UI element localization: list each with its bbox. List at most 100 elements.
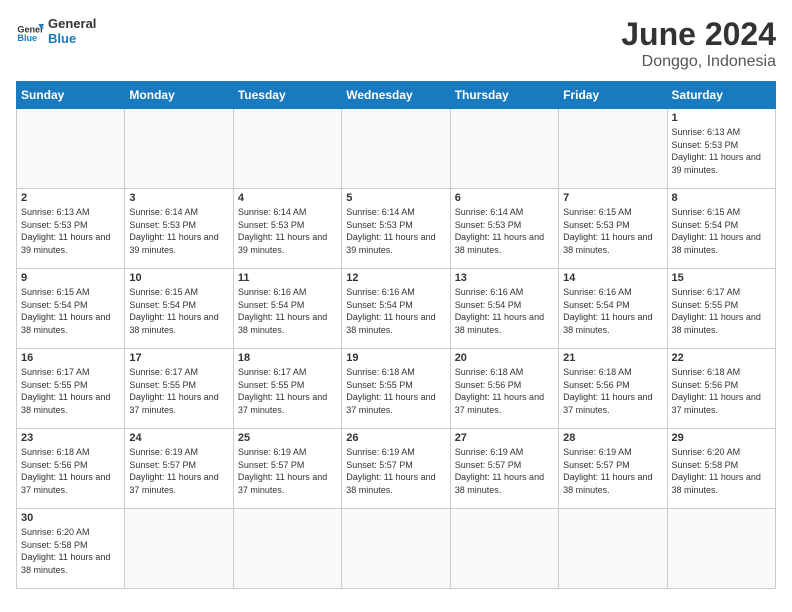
day-info: Sunrise: 6:19 AMSunset: 5:57 PMDaylight:… xyxy=(563,446,662,496)
calendar-day-cell: 11Sunrise: 6:16 AMSunset: 5:54 PMDayligh… xyxy=(233,269,341,349)
calendar-day-cell xyxy=(450,109,558,189)
logo-blue-text: Blue xyxy=(48,31,96,46)
day-info: Sunrise: 6:19 AMSunset: 5:57 PMDaylight:… xyxy=(238,446,337,496)
calendar-day-cell: 22 Sunrise: 6:18 AMSunset: 5:56 PMDayligh… xyxy=(667,349,775,429)
day-info: Sunrise: 6:13 AMSunset: 5:53 PMDaylight:… xyxy=(672,126,771,176)
calendar-day-cell: 5 Sunrise: 6:14 AMSunset: 5:53 PMDaylight… xyxy=(342,189,450,269)
day-info: Sunrise: 6:20 AMSunset: 5:58 PMDaylight:… xyxy=(672,446,771,496)
calendar-day-cell: 16 Sunrise: 6:17 AMSunset: 5:55 PMDayligh… xyxy=(17,349,125,429)
calendar-day-cell: 21 Sunrise: 6:18 AMSunset: 5:56 PMDayligh… xyxy=(559,349,667,429)
calendar-day-cell xyxy=(342,109,450,189)
day-number: 11 xyxy=(238,272,337,284)
calendar-day-cell: 28Sunrise: 6:19 AMSunset: 5:57 PMDayligh… xyxy=(559,429,667,509)
weekday-header-sunday: Sunday xyxy=(17,82,125,109)
day-info: Sunrise: 6:20 AMSunset: 5:58 PMDaylight:… xyxy=(21,526,120,576)
day-number: 17 xyxy=(129,352,228,364)
calendar-day-cell: 24Sunrise: 6:19 AMSunset: 5:57 PMDayligh… xyxy=(125,429,233,509)
day-number: 30 xyxy=(21,512,120,524)
day-number: 15 xyxy=(672,272,771,284)
day-info: Sunrise: 6:15 AMSunset: 5:53 PMDaylight:… xyxy=(563,206,662,256)
calendar-day-cell: 25Sunrise: 6:19 AMSunset: 5:57 PMDayligh… xyxy=(233,429,341,509)
calendar-day-cell: 3 Sunrise: 6:14 AMSunset: 5:53 PMDaylight… xyxy=(125,189,233,269)
day-info: Sunrise: 6:15 AMSunset: 5:54 PMDaylight:… xyxy=(129,286,228,336)
day-number: 23 xyxy=(21,432,120,444)
logo-general-text: General xyxy=(48,16,96,31)
calendar-day-cell xyxy=(125,509,233,589)
day-info: Sunrise: 6:16 AMSunset: 5:54 PMDaylight:… xyxy=(455,286,554,336)
calendar-day-cell: 29 Sunrise: 6:20 AMSunset: 5:58 PMDayligh… xyxy=(667,429,775,509)
calendar-table: SundayMondayTuesdayWednesdayThursdayFrid… xyxy=(16,81,776,589)
weekday-header-monday: Monday xyxy=(125,82,233,109)
day-number: 12 xyxy=(346,272,445,284)
day-number: 13 xyxy=(455,272,554,284)
day-number: 19 xyxy=(346,352,445,364)
calendar-week-row: 30 Sunrise: 6:20 AMSunset: 5:58 PMDayligh… xyxy=(17,509,776,589)
svg-text:Blue: Blue xyxy=(17,33,37,43)
day-info: Sunrise: 6:17 AMSunset: 5:55 PMDaylight:… xyxy=(238,366,337,416)
day-number: 9 xyxy=(21,272,120,284)
calendar-day-cell xyxy=(559,109,667,189)
day-info: Sunrise: 6:18 AMSunset: 5:55 PMDaylight:… xyxy=(346,366,445,416)
day-info: Sunrise: 6:14 AMSunset: 5:53 PMDaylight:… xyxy=(346,206,445,256)
calendar-day-cell: 2 Sunrise: 6:13 AMSunset: 5:53 PMDaylight… xyxy=(17,189,125,269)
day-number: 16 xyxy=(21,352,120,364)
location-subtitle: Donggo, Indonesia xyxy=(621,53,776,71)
calendar-day-cell: 8Sunrise: 6:15 AMSunset: 5:54 PMDaylight… xyxy=(667,189,775,269)
day-info: Sunrise: 6:13 AMSunset: 5:53 PMDaylight:… xyxy=(21,206,120,256)
calendar-day-cell: 9Sunrise: 6:15 AMSunset: 5:54 PMDaylight… xyxy=(17,269,125,349)
day-info: Sunrise: 6:19 AMSunset: 5:57 PMDaylight:… xyxy=(346,446,445,496)
day-number: 22 xyxy=(672,352,771,364)
day-number: 27 xyxy=(455,432,554,444)
day-number: 4 xyxy=(238,192,337,204)
calendar-day-cell: 4Sunrise: 6:14 AMSunset: 5:53 PMDaylight… xyxy=(233,189,341,269)
weekday-header-row: SundayMondayTuesdayWednesdayThursdayFrid… xyxy=(17,82,776,109)
calendar-day-cell: 20 Sunrise: 6:18 AMSunset: 5:56 PMDayligh… xyxy=(450,349,558,429)
weekday-header-wednesday: Wednesday xyxy=(342,82,450,109)
day-info: Sunrise: 6:18 AMSunset: 5:56 PMDaylight:… xyxy=(672,366,771,416)
day-info: Sunrise: 6:17 AMSunset: 5:55 PMDaylight:… xyxy=(672,286,771,336)
calendar-week-row: 23Sunrise: 6:18 AMSunset: 5:56 PMDayligh… xyxy=(17,429,776,509)
calendar-day-cell xyxy=(125,109,233,189)
calendar-day-cell xyxy=(342,509,450,589)
day-info: Sunrise: 6:18 AMSunset: 5:56 PMDaylight:… xyxy=(455,366,554,416)
weekday-header-friday: Friday xyxy=(559,82,667,109)
calendar-day-cell: 13 Sunrise: 6:16 AMSunset: 5:54 PMDayligh… xyxy=(450,269,558,349)
calendar-day-cell: 27 Sunrise: 6:19 AMSunset: 5:57 PMDayligh… xyxy=(450,429,558,509)
day-number: 10 xyxy=(129,272,228,284)
calendar-day-cell xyxy=(233,109,341,189)
day-number: 5 xyxy=(346,192,445,204)
title-area: June 2024 Donggo, Indonesia xyxy=(621,16,776,71)
calendar-day-cell xyxy=(450,509,558,589)
day-number: 21 xyxy=(563,352,662,364)
day-info: Sunrise: 6:14 AMSunset: 5:53 PMDaylight:… xyxy=(129,206,228,256)
calendar-day-cell: 23Sunrise: 6:18 AMSunset: 5:56 PMDayligh… xyxy=(17,429,125,509)
day-number: 3 xyxy=(129,192,228,204)
calendar-week-row: 2 Sunrise: 6:13 AMSunset: 5:53 PMDaylight… xyxy=(17,189,776,269)
day-number: 14 xyxy=(563,272,662,284)
day-info: Sunrise: 6:18 AMSunset: 5:56 PMDaylight:… xyxy=(563,366,662,416)
calendar-day-cell: 1 Sunrise: 6:13 AMSunset: 5:53 PMDaylight… xyxy=(667,109,775,189)
day-number: 1 xyxy=(672,112,771,124)
day-number: 29 xyxy=(672,432,771,444)
calendar-day-cell: 15 Sunrise: 6:17 AMSunset: 5:55 PMDayligh… xyxy=(667,269,775,349)
calendar-day-cell: 26 Sunrise: 6:19 AMSunset: 5:57 PMDayligh… xyxy=(342,429,450,509)
day-number: 20 xyxy=(455,352,554,364)
day-number: 2 xyxy=(21,192,120,204)
weekday-header-tuesday: Tuesday xyxy=(233,82,341,109)
calendar-day-cell: 14Sunrise: 6:16 AMSunset: 5:54 PMDayligh… xyxy=(559,269,667,349)
day-number: 6 xyxy=(455,192,554,204)
day-info: Sunrise: 6:19 AMSunset: 5:57 PMDaylight:… xyxy=(129,446,228,496)
calendar-day-cell: 7 Sunrise: 6:15 AMSunset: 5:53 PMDaylight… xyxy=(559,189,667,269)
weekday-header-saturday: Saturday xyxy=(667,82,775,109)
calendar-day-cell xyxy=(233,509,341,589)
calendar-day-cell: 19 Sunrise: 6:18 AMSunset: 5:55 PMDayligh… xyxy=(342,349,450,429)
day-info: Sunrise: 6:19 AMSunset: 5:57 PMDaylight:… xyxy=(455,446,554,496)
calendar-day-cell xyxy=(559,509,667,589)
day-number: 26 xyxy=(346,432,445,444)
calendar-day-cell: 12Sunrise: 6:16 AMSunset: 5:54 PMDayligh… xyxy=(342,269,450,349)
day-number: 7 xyxy=(563,192,662,204)
day-info: Sunrise: 6:14 AMSunset: 5:53 PMDaylight:… xyxy=(455,206,554,256)
day-info: Sunrise: 6:17 AMSunset: 5:55 PMDaylight:… xyxy=(21,366,120,416)
month-year-title: June 2024 xyxy=(621,16,776,53)
calendar-week-row: 1 Sunrise: 6:13 AMSunset: 5:53 PMDaylight… xyxy=(17,109,776,189)
